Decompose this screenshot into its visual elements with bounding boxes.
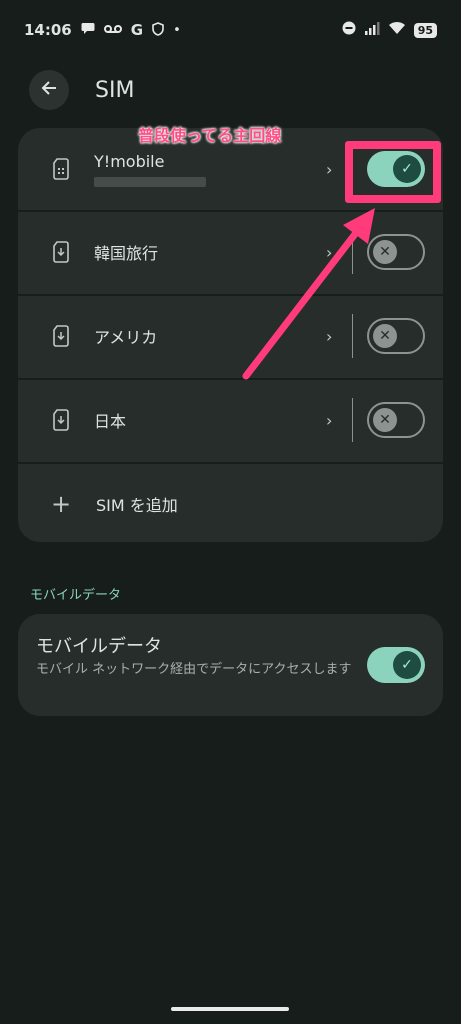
do-not-disturb-icon: [342, 21, 356, 39]
google-g-icon: G: [130, 20, 144, 39]
voicemail-icon: [103, 24, 122, 37]
arrow-back-icon: [39, 78, 59, 102]
sim-name: 日本: [94, 412, 127, 431]
annotation-highlight-box: [345, 141, 441, 203]
sim-row-america[interactable]: アメリカ › ✕: [18, 294, 443, 376]
signal-icon: [364, 21, 380, 39]
row-divider: [352, 398, 353, 442]
sim-toggle-japan[interactable]: ✕: [367, 402, 425, 438]
battery-indicator: 95: [413, 22, 437, 38]
plus-icon: +: [50, 490, 72, 518]
wifi-icon: [388, 21, 406, 39]
row-divider: [352, 314, 353, 358]
esim-download-icon: [46, 405, 76, 435]
esim-download-icon: [46, 237, 76, 267]
mobile-data-toggle[interactable]: ✓: [367, 647, 425, 683]
status-time: 14:06: [24, 21, 72, 39]
annotation-label: 普段使ってる主回線: [138, 126, 282, 145]
sim-toggle-america[interactable]: ✕: [367, 318, 425, 354]
message-bubble-icon: [81, 22, 95, 38]
top-app-bar: SIM: [0, 60, 461, 120]
gesture-nav-handle[interactable]: [171, 1007, 289, 1011]
chevron-right-icon: ›: [326, 410, 333, 430]
close-icon: ✕: [373, 324, 397, 348]
mobile-data-summary: モバイル ネットワーク経由でデータにアクセスします: [36, 662, 352, 677]
mobile-data-title: モバイルデータ: [36, 636, 162, 657]
shield-icon: [152, 21, 164, 39]
mobile-data-card[interactable]: モバイルデータ モバイル ネットワーク経由でデータにアクセスします ✓: [18, 614, 443, 716]
sim-card-icon: [46, 154, 76, 184]
sim-name: アメリカ: [94, 328, 158, 347]
close-icon: ✕: [373, 408, 397, 432]
add-sim-button[interactable]: + SIM を追加: [18, 462, 443, 542]
dot-icon: •: [173, 22, 181, 38]
page-title: SIM: [95, 77, 135, 103]
sim-name: 韓国旅行: [94, 244, 159, 263]
row-divider: [352, 230, 353, 274]
chevron-right-icon: ›: [326, 159, 333, 179]
chevron-right-icon: ›: [326, 326, 333, 346]
sim-toggle-korea[interactable]: ✕: [367, 234, 425, 270]
sim-row-korea[interactable]: 韓国旅行 › ✕: [18, 210, 443, 292]
check-icon: ✓: [393, 651, 421, 679]
chevron-right-icon: ›: [326, 242, 333, 262]
sim-name: Y!mobile: [94, 151, 165, 171]
add-sim-label: SIM を追加: [96, 496, 178, 515]
status-bar: 14:06 G • 95: [0, 0, 461, 60]
section-header-mobile-data: モバイルデータ: [30, 588, 122, 603]
close-icon: ✕: [373, 240, 397, 264]
sim-row-japan[interactable]: 日本 › ✕: [18, 378, 443, 460]
back-button[interactable]: [29, 70, 69, 110]
masked-phone-number: [94, 176, 206, 187]
esim-download-icon: [46, 321, 76, 351]
